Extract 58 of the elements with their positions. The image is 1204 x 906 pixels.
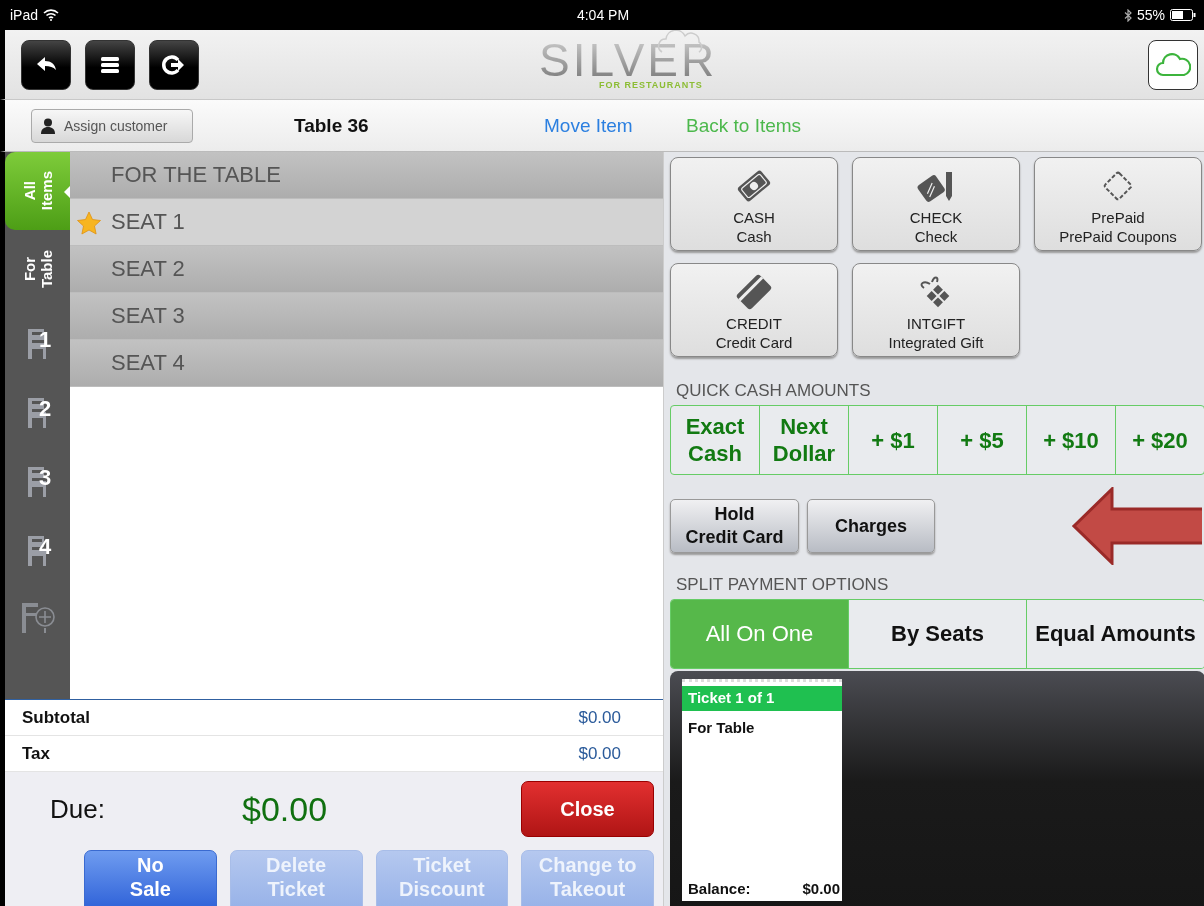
seat-tab[interactable]: 3 bbox=[5, 446, 70, 515]
quick-cash-button[interactable]: + $20 bbox=[1116, 406, 1204, 474]
wifi-icon bbox=[43, 9, 60, 21]
quick-cash-button[interactable]: + $1 bbox=[849, 406, 938, 474]
payment-option-button[interactable]: Charges bbox=[807, 499, 935, 553]
battery-percent: 55% bbox=[1137, 7, 1165, 23]
device-name: iPad bbox=[10, 7, 39, 23]
total-value: $0.00 bbox=[578, 743, 621, 764]
seat-row[interactable]: SEAT 3 bbox=[70, 293, 663, 340]
payment-option-button[interactable]: Hold Credit Card bbox=[670, 499, 799, 553]
back-button[interactable] bbox=[21, 39, 71, 90]
payment-method-button[interactable]: INTGIFT Integrated Gift bbox=[852, 263, 1020, 357]
balance-value: $0.00 bbox=[802, 880, 840, 897]
ticket-seat: For Table bbox=[682, 711, 842, 880]
seat-row[interactable]: SEAT 1 bbox=[70, 199, 663, 246]
logo-tagline: FOR RESTAURANTS bbox=[599, 79, 703, 90]
seat-tab[interactable]: 4 bbox=[5, 515, 70, 584]
table-title: Table 36 bbox=[294, 114, 370, 137]
bluetooth-icon bbox=[1124, 8, 1132, 22]
total-label: Tax bbox=[22, 743, 51, 764]
cloud-sync-button[interactable] bbox=[1148, 39, 1198, 90]
due-label: Due: bbox=[50, 793, 106, 825]
close-button[interactable]: Close bbox=[521, 781, 654, 837]
seat-row[interactable]: SEAT 2 bbox=[70, 246, 663, 293]
ticket-receipt[interactable]: Ticket 1 of 1 For Table Balance: $0.00 bbox=[682, 679, 842, 901]
split-option-tab[interactable]: By Seats bbox=[849, 600, 1027, 668]
action-button[interactable]: No Sale bbox=[84, 850, 217, 906]
section-title: SPLIT PAYMENT OPTIONS bbox=[676, 575, 890, 596]
quick-cash-button[interactable]: Next Dollar bbox=[760, 406, 849, 474]
side-tab[interactable]: All Items bbox=[5, 152, 70, 230]
payment-method-button[interactable]: CASH Cash bbox=[670, 157, 838, 251]
quick-cash-button[interactable]: + $10 bbox=[1027, 406, 1116, 474]
total-value: $0.00 bbox=[578, 707, 621, 728]
star-icon bbox=[76, 211, 102, 235]
cloud-icon bbox=[1155, 51, 1191, 78]
section-title: QUICK CASH AMOUNTS bbox=[676, 381, 872, 402]
logout-button[interactable] bbox=[149, 39, 199, 90]
seat-row[interactable]: SEAT 4 bbox=[70, 340, 663, 387]
due-amount: $0.00 bbox=[242, 789, 329, 829]
payment-method-button[interactable]: PrePaid PrePaid Coupons bbox=[1034, 157, 1202, 251]
menu-button[interactable] bbox=[85, 39, 135, 90]
split-option-tab[interactable]: Equal Amounts bbox=[1027, 600, 1204, 668]
payment-method-button[interactable]: CREDIT Credit Card bbox=[670, 263, 838, 357]
quick-cash-button[interactable]: + $5 bbox=[938, 406, 1027, 474]
assign-customer-button[interactable]: Assign customer bbox=[31, 108, 193, 143]
side-tab[interactable]: For Table bbox=[5, 230, 70, 308]
move-item-link[interactable]: Move Item bbox=[544, 114, 686, 137]
quick-cash-button[interactable]: Exact Cash bbox=[671, 406, 760, 474]
seat-tab[interactable]: 2 bbox=[5, 377, 70, 446]
seat-tab[interactable]: 1 bbox=[5, 308, 70, 377]
clock-time: 4:04 PM bbox=[576, 7, 630, 23]
battery-icon bbox=[1170, 9, 1196, 21]
balance-label: Balance: bbox=[688, 880, 751, 897]
payment-method-button[interactable]: CHECK Check bbox=[852, 157, 1020, 251]
total-label: Subtotal bbox=[22, 707, 90, 728]
person-icon bbox=[40, 117, 56, 134]
ticket-header: Ticket 1 of 1 bbox=[682, 686, 842, 711]
seat-row[interactable]: FOR THE TABLE bbox=[70, 152, 663, 199]
